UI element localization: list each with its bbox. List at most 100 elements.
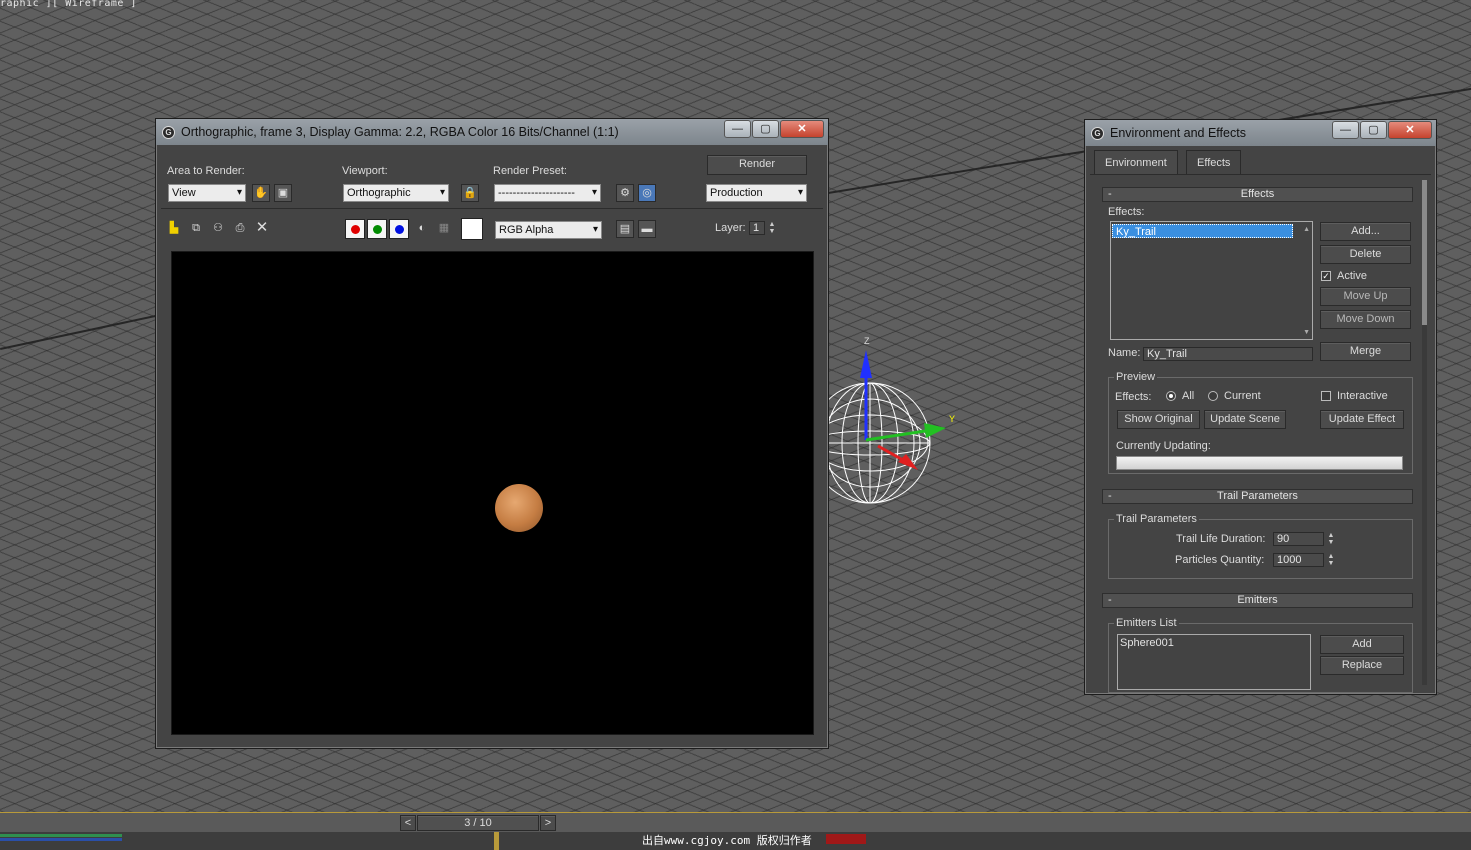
- environment-effects-icon[interactable]: ◎: [638, 184, 656, 202]
- rendered-sphere: [495, 484, 543, 532]
- list-item[interactable]: Ky_Trail: [1112, 224, 1293, 238]
- replace-emitter-button[interactable]: Replace: [1320, 656, 1404, 675]
- add-effect-button[interactable]: Add...: [1320, 222, 1411, 241]
- print-image-icon[interactable]: ⎙: [231, 220, 249, 238]
- wireframe-sphere[interactable]: Z Y: [820, 330, 960, 520]
- list-scroll-up-icon[interactable]: ▲: [1303, 226, 1310, 233]
- preview-current-radio[interactable]: [1208, 391, 1218, 401]
- copy-image-icon[interactable]: ⧉: [187, 220, 205, 238]
- environment-effects-window: G Environment and Effects — ▢ ✕ Environm…: [1084, 119, 1437, 695]
- window-title: Orthographic, frame 3, Display Gamma: 2.…: [181, 125, 619, 139]
- next-frame-button[interactable]: >: [540, 815, 556, 831]
- trail-parameters-group: Trail Parameters: [1108, 513, 1413, 579]
- interactive-label: Interactive: [1337, 390, 1388, 402]
- update-progress-bar: [1116, 456, 1403, 470]
- effects-listbox[interactable]: Ky_Trail ▲ ▼: [1110, 221, 1313, 340]
- show-original-button[interactable]: Show Original: [1117, 410, 1200, 429]
- production-dropdown[interactable]: Production: [706, 184, 807, 202]
- time-slider[interactable]: 3 / 10: [417, 815, 539, 831]
- list-item[interactable]: Sphere001: [1118, 635, 1310, 649]
- clear-icon[interactable]: ✕: [253, 220, 271, 238]
- effects-list-label: Effects:: [1108, 206, 1145, 218]
- add-emitter-button[interactable]: Add: [1320, 635, 1404, 654]
- app-icon: G: [1091, 126, 1104, 140]
- layer-field[interactable]: 1: [749, 221, 765, 235]
- active-label: Active: [1337, 270, 1367, 282]
- panel-scrollbar-thumb[interactable]: [1422, 180, 1427, 325]
- environment-effects-titlebar[interactable]: G Environment and Effects — ▢ ✕: [1085, 120, 1436, 146]
- red-channel-toggle[interactable]: [345, 219, 365, 239]
- trail-life-field[interactable]: 90: [1273, 532, 1324, 546]
- particles-quantity-field[interactable]: 1000: [1273, 553, 1324, 567]
- effects-rollout-header[interactable]: - Effects: [1102, 187, 1413, 202]
- toggle-ui-icon[interactable]: ▬: [638, 220, 656, 238]
- area-to-render-dropdown[interactable]: View: [168, 184, 246, 202]
- layer-spinner[interactable]: ▲ ▼: [767, 221, 777, 235]
- blue-channel-toggle[interactable]: [389, 219, 409, 239]
- lock-icon[interactable]: 🔒: [461, 184, 479, 202]
- viewport-label[interactable]: raphic ][ Wireframe ]: [0, 0, 137, 9]
- trail-parameters-rollout-header[interactable]: - Trail Parameters: [1102, 489, 1413, 504]
- move-up-button[interactable]: Move Up: [1320, 287, 1411, 306]
- active-checkbox[interactable]: ✓: [1321, 271, 1331, 281]
- prev-frame-button[interactable]: <: [400, 815, 416, 831]
- currently-updating-label: Currently Updating:: [1116, 440, 1211, 452]
- merge-button[interactable]: Merge: [1320, 342, 1411, 361]
- display-channel-dropdown[interactable]: RGB Alpha: [495, 221, 602, 239]
- save-image-icon[interactable]: ▙: [165, 220, 183, 238]
- update-scene-button[interactable]: Update Scene: [1204, 410, 1286, 429]
- trail-parameters-group-label: Trail Parameters: [1114, 513, 1199, 525]
- track-bar-green: [0, 834, 122, 837]
- color-swatch[interactable]: [461, 218, 483, 240]
- window-title: Environment and Effects: [1110, 126, 1246, 140]
- interactive-checkbox[interactable]: [1321, 391, 1331, 401]
- time-marker[interactable]: [494, 832, 499, 850]
- toggle-ui-overlay-icon[interactable]: ▤: [616, 220, 634, 238]
- track-bar-red: [826, 834, 866, 844]
- name-label: Name:: [1108, 347, 1141, 359]
- rendered-frame-titlebar[interactable]: G Orthographic, frame 3, Display Gamma: …: [156, 119, 828, 145]
- auto-region-icon[interactable]: ▣: [274, 184, 292, 202]
- update-effect-button[interactable]: Update Effect: [1320, 410, 1404, 429]
- gizmo-y-label: Y: [949, 414, 955, 424]
- particles-quantity-spinner[interactable]: ▲ ▼: [1326, 553, 1336, 567]
- layer-label: Layer:: [715, 222, 746, 234]
- close-button[interactable]: ✕: [780, 120, 824, 138]
- emitters-listbox[interactable]: Sphere001: [1117, 634, 1311, 690]
- preview-all-radio[interactable]: [1166, 391, 1176, 401]
- preview-effects-label: Effects:: [1115, 391, 1152, 403]
- render-setup-icon[interactable]: ⚙: [616, 184, 634, 202]
- close-button[interactable]: ✕: [1388, 121, 1432, 139]
- render-button[interactable]: Render: [707, 155, 807, 175]
- emitters-list-group-label: Emitters List: [1114, 617, 1179, 629]
- render-preset-dropdown[interactable]: ---------------------: [494, 184, 601, 202]
- edit-region-icon[interactable]: ✋: [252, 184, 270, 202]
- viewport-dropdown[interactable]: Orthographic: [343, 184, 449, 202]
- move-down-button[interactable]: Move Down: [1320, 310, 1411, 329]
- gizmo-z-label: Z: [864, 336, 870, 346]
- trail-life-spinner[interactable]: ▲ ▼: [1326, 532, 1336, 546]
- monochrome-icon[interactable]: ▦: [435, 220, 453, 238]
- horizon-line: [0, 312, 167, 350]
- track-bar[interactable]: 出自www.cgjoy.com 版权归作者: [0, 832, 1471, 850]
- rendered-frame-window: G Orthographic, frame 3, Display Gamma: …: [155, 118, 829, 749]
- emitters-rollout-header[interactable]: - Emitters: [1102, 593, 1413, 608]
- tab-environment[interactable]: Environment: [1094, 150, 1178, 174]
- maximize-button[interactable]: ▢: [752, 120, 779, 138]
- particles-quantity-label: Particles Quantity:: [1175, 554, 1265, 566]
- trail-life-label: Trail Life Duration:: [1176, 533, 1266, 545]
- maximize-button[interactable]: ▢: [1360, 121, 1387, 139]
- clone-window-icon[interactable]: ⚇: [209, 220, 227, 238]
- render-output-area: [171, 251, 814, 735]
- minimize-button[interactable]: —: [724, 120, 751, 138]
- time-slider-bar: < 3 / 10 >: [0, 812, 1471, 832]
- delete-effect-button[interactable]: Delete: [1320, 245, 1411, 264]
- list-scroll-down-icon[interactable]: ▼: [1303, 329, 1310, 336]
- green-channel-toggle[interactable]: [367, 219, 387, 239]
- minimize-button[interactable]: —: [1332, 121, 1359, 139]
- effect-name-field[interactable]: Ky_Trail: [1143, 347, 1313, 361]
- alpha-channel-icon[interactable]: ◐: [413, 220, 431, 238]
- render-preset-label: Render Preset:: [493, 165, 567, 177]
- area-to-render-label: Area to Render:: [167, 165, 245, 177]
- tab-effects[interactable]: Effects: [1186, 150, 1242, 174]
